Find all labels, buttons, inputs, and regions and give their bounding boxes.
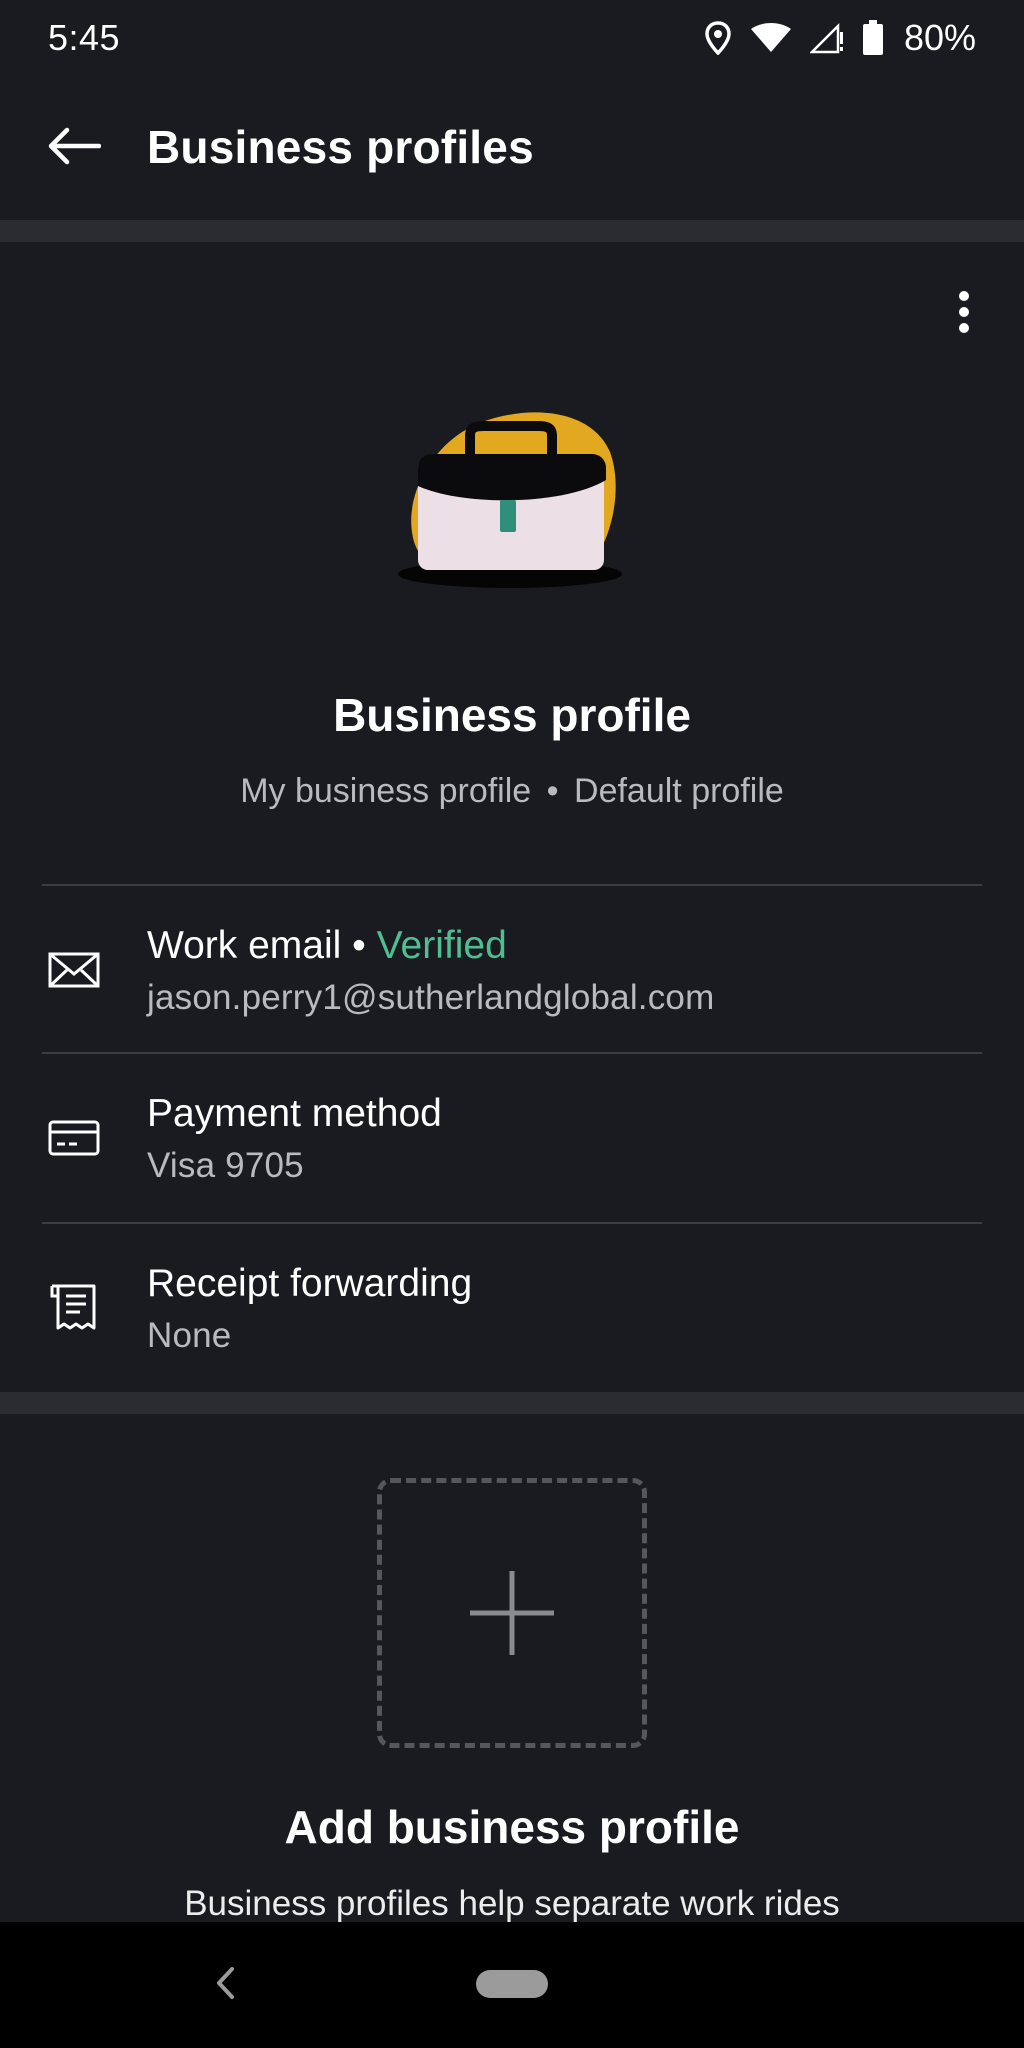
back-button[interactable]: [40, 118, 108, 178]
status-bar: 5:45 80%: [0, 0, 1024, 76]
battery-percent: 80%: [903, 17, 976, 58]
row-separator: •: [352, 924, 366, 967]
location-icon: [704, 21, 732, 55]
more-vertical-icon: [959, 291, 969, 301]
nav-back-button[interactable]: [210, 1958, 240, 2012]
status-time: 5:45: [48, 17, 121, 58]
work-email-row[interactable]: Work email • Verified jason.perry1@suthe…: [0, 886, 1024, 1054]
battery-icon: [862, 20, 884, 56]
more-vertical-icon-dot: [959, 323, 969, 333]
more-vertical-icon-dot: [959, 307, 969, 317]
add-profile-title: Add business profile: [284, 1801, 740, 1853]
work-email-label: Work email: [147, 924, 342, 967]
profile-subtitle: My business profile • Default profile: [0, 772, 1024, 811]
work-email-title: Work email • Verified: [147, 924, 507, 968]
briefcase-illustration: [392, 402, 632, 602]
payment-method-value: Visa 9705: [147, 1146, 304, 1185]
receipt-forwarding-title: Receipt forwarding: [147, 1262, 473, 1305]
envelope-icon: [44, 940, 104, 1000]
more-options-button[interactable]: [944, 282, 984, 342]
payment-method-title: Payment method: [147, 1092, 442, 1135]
wifi-icon: [750, 22, 792, 54]
subtitle-separator: •: [546, 772, 559, 810]
payment-method-row[interactable]: Payment method Visa 9705: [0, 1054, 1024, 1222]
profile-title: Business profile: [333, 689, 691, 741]
page-title: Business profiles: [147, 121, 534, 173]
app-bar: Business profiles: [0, 76, 1024, 220]
verified-badge: Verified: [376, 924, 507, 967]
arrow-left-icon: [47, 126, 102, 171]
add-profile-description: Business profiles help separate work rid…: [184, 1884, 840, 1923]
receipt-forwarding-row[interactable]: Receipt forwarding None: [0, 1224, 1024, 1392]
chevron-left-icon: [214, 1966, 236, 2005]
screen: 5:45 80% Business profiles Business prof…: [0, 0, 1024, 2048]
add-business-profile-button[interactable]: [377, 1478, 647, 1748]
profile-name: My business profile: [240, 772, 532, 810]
work-email-value: jason.perry1@sutherlandglobal.com: [147, 978, 715, 1017]
plus-icon: [382, 1483, 642, 1743]
system-nav-bar: [0, 1922, 1024, 2048]
receipt-forwarding-value: None: [147, 1316, 232, 1355]
home-pill-icon[interactable]: [476, 1970, 548, 1998]
credit-card-icon: [44, 1108, 104, 1168]
business-profile-card: Business profile My business profile • D…: [0, 242, 1024, 1392]
section-divider: [0, 1392, 1024, 1414]
status-icons: 80%: [704, 17, 976, 59]
section-divider: [0, 220, 1024, 242]
receipt-icon: [44, 1278, 104, 1338]
default-profile-label: Default profile: [574, 772, 784, 810]
signal-icon: [809, 22, 844, 54]
